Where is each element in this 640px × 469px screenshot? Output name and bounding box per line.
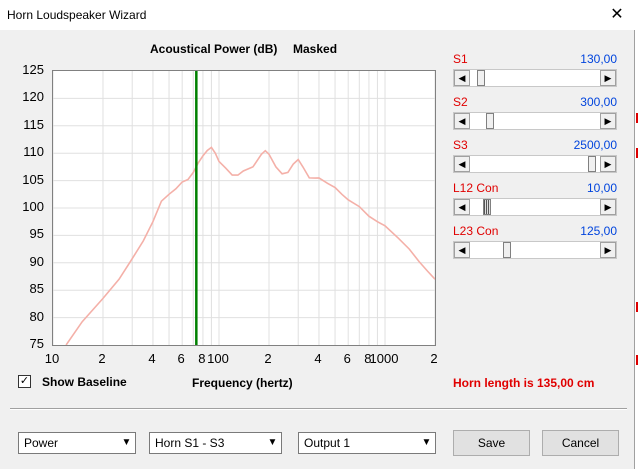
slider-s3[interactable]: ◀ ▶: [453, 155, 617, 173]
window-title: Horn Loudspeaker Wizard: [7, 8, 147, 22]
section-combo-value: Horn S1 - S3: [155, 436, 225, 450]
y-tick-label: 95: [29, 226, 44, 242]
slider-label: S1: [453, 52, 468, 66]
output-combo-value: Output 1: [304, 436, 351, 450]
slider-s1[interactable]: ◀ ▶: [453, 69, 617, 87]
scroll-left-icon[interactable]: ◀: [454, 156, 470, 172]
close-icon[interactable]: ✕: [594, 0, 640, 30]
y-tick-label: 80: [29, 308, 44, 324]
background-marker: [636, 148, 638, 158]
background-marker: [636, 302, 638, 312]
y-tick-label: 105: [22, 171, 44, 187]
slider-l12-con[interactable]: ◀ ▶: [453, 198, 617, 216]
response-curve: [65, 146, 435, 345]
wizard-window: Horn Loudspeaker Wizard ✕ Acoustical Pow…: [0, 0, 640, 469]
y-tick-label: 100: [22, 199, 44, 214]
scroll-right-icon[interactable]: ▶: [600, 113, 616, 129]
scroll-left-icon[interactable]: ◀: [454, 199, 470, 215]
x-tick-label: 100: [207, 351, 229, 366]
background-marker: [636, 355, 638, 365]
scroll-right-icon[interactable]: ▶: [600, 70, 616, 86]
x-axis-label: Frequency (hertz): [192, 376, 293, 390]
save-button[interactable]: Save: [453, 430, 530, 456]
slider-value: 130,00: [580, 52, 617, 66]
horn-length-status: Horn length is 135,00 cm: [453, 376, 595, 390]
y-tick-label: 90: [29, 253, 44, 269]
slider-label: L12 Con: [453, 181, 499, 195]
title-bar: Horn Loudspeaker Wizard ✕: [0, 0, 640, 30]
y-tick-label: 75: [29, 336, 44, 351]
background-window-edge: [634, 30, 640, 469]
x-tick-label: 2: [98, 351, 106, 366]
graph-title: Acoustical Power (dB): [150, 42, 278, 56]
separator: [10, 408, 627, 410]
y-tick-label: 125: [22, 62, 44, 77]
chevron-down-icon[interactable]: ▼: [418, 433, 435, 453]
output-combo[interactable]: Output 1 ▼: [298, 432, 436, 454]
scroll-right-icon[interactable]: ▶: [600, 242, 616, 258]
y-tick-label: 120: [22, 89, 44, 105]
scroll-left-icon[interactable]: ◀: [454, 70, 470, 86]
background-marker: [636, 113, 638, 123]
slider-label: S2: [453, 95, 468, 109]
slider-l23-con[interactable]: ◀ ▶: [453, 241, 617, 259]
x-tick-label: 10: [44, 351, 60, 366]
scroll-left-icon[interactable]: ◀: [454, 242, 470, 258]
slider-value: 300,00: [580, 95, 617, 109]
chevron-down-icon[interactable]: ▼: [118, 433, 135, 453]
type-combo-value: Power: [24, 436, 59, 450]
slider-thumb[interactable]: [485, 113, 494, 129]
y-tick-label: 85: [29, 281, 44, 297]
x-tick-label: 2: [264, 351, 272, 366]
slider-value: 125,00: [580, 224, 617, 238]
cancel-button[interactable]: Cancel: [542, 430, 619, 456]
y-tick-label: 110: [23, 144, 44, 160]
type-combo[interactable]: Power ▼: [18, 432, 136, 454]
slider-thumb[interactable]: [588, 156, 597, 172]
scroll-left-icon[interactable]: ◀: [454, 113, 470, 129]
scroll-right-icon[interactable]: ▶: [600, 199, 616, 215]
response-plot: [52, 70, 436, 346]
slider-label: S3: [453, 138, 468, 152]
slider-thumb[interactable]: [477, 70, 486, 86]
slider-thumb[interactable]: [502, 242, 511, 258]
y-tick-label: 115: [23, 116, 44, 132]
slider-value: 10,00: [586, 181, 617, 195]
plot-canvas: [53, 71, 435, 345]
slider-label: L23 Con: [453, 224, 499, 238]
x-tick-label: 1000: [369, 351, 399, 366]
slider-thumb[interactable]: [483, 199, 492, 215]
section-combo[interactable]: Horn S1 - S3 ▼: [149, 432, 282, 454]
slider-s2[interactable]: ◀ ▶: [453, 112, 617, 130]
chevron-down-icon[interactable]: ▼: [264, 433, 281, 453]
scroll-right-icon[interactable]: ▶: [600, 156, 616, 172]
show-baseline-label[interactable]: Show Baseline: [42, 375, 127, 389]
x-tick-label: 2: [430, 351, 438, 366]
slider-value: 2500,00: [573, 138, 617, 152]
show-baseline-checkbox[interactable]: ✓: [18, 375, 31, 388]
graph-mode: Masked: [293, 42, 338, 56]
